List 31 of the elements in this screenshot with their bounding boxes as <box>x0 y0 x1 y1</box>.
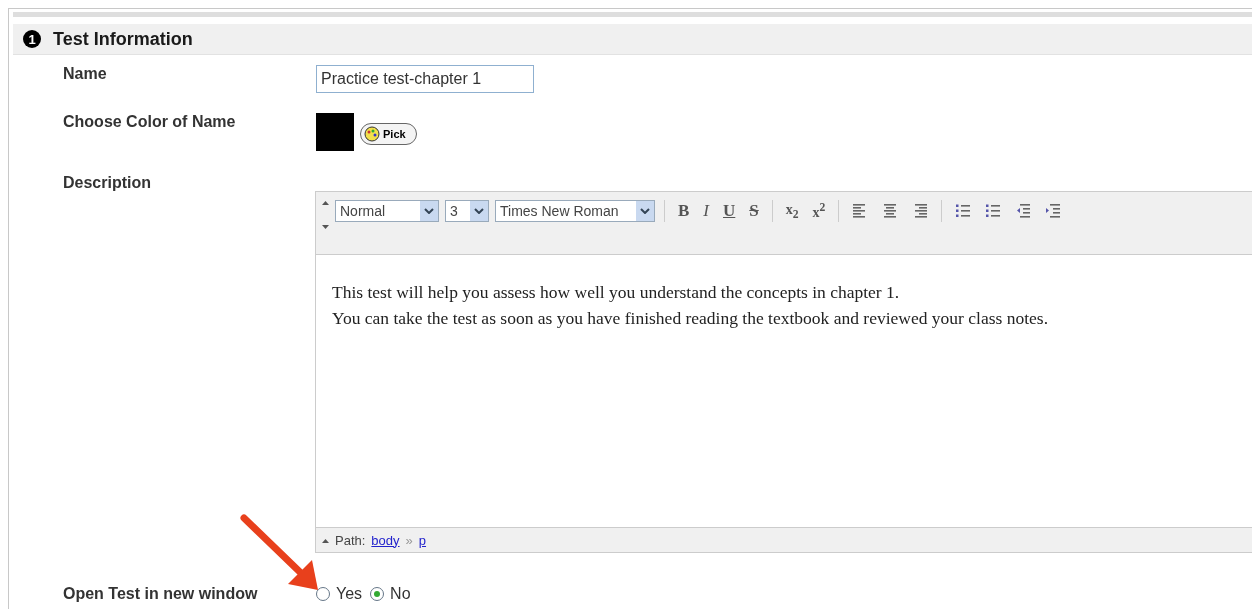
palette-icon <box>364 126 380 142</box>
indent-icon[interactable] <box>1044 202 1063 220</box>
format-button[interactable]: U <box>719 200 740 222</box>
format-button[interactable]: B <box>674 200 694 222</box>
field-label: Choose Color of Name <box>62 113 237 131</box>
field-label: Description <box>62 174 152 192</box>
format-button[interactable]: x$^{2}$ <box>808 200 830 222</box>
name-input[interactable]: Practice test-chapter 1 <box>316 65 534 93</box>
pick-button[interactable]: Pick <box>360 123 417 145</box>
expand-arrow-icon <box>322 537 329 543</box>
format-select[interactable]: Normal <box>335 200 439 222</box>
numbered-list-icon[interactable] <box>954 202 973 220</box>
section-title: Test Information <box>53 28 193 50</box>
format-button[interactable]: x$_{2}$ <box>781 200 803 222</box>
path-link[interactable]: body <box>371 532 400 548</box>
path-link[interactable]: p <box>418 532 427 548</box>
font-select[interactable]: Times New Roman <box>495 200 655 222</box>
paragraph: This test will help you assess how well you understand the concepts in chapter 1. <box>332 281 901 304</box>
bulleted-list-icon[interactable] <box>984 202 1003 220</box>
paragraph: You can take the test as soon as you have finished reading the textbook and reviewed your class notes. <box>332 307 1050 330</box>
outdent-icon[interactable] <box>1014 202 1033 220</box>
format-button[interactable]: I <box>699 200 713 222</box>
step-number: 1 <box>23 30 41 48</box>
field-label: Open Test in new window <box>62 585 259 603</box>
path-separator: » <box>405 532 413 548</box>
size-select[interactable]: 3 <box>445 200 489 222</box>
radio-option[interactable]: No <box>370 585 411 603</box>
format-button[interactable]: S <box>745 200 763 222</box>
path-label: Path: <box>335 532 366 548</box>
collapse-arrows-icon <box>322 200 329 230</box>
field-label: Name <box>62 65 108 83</box>
